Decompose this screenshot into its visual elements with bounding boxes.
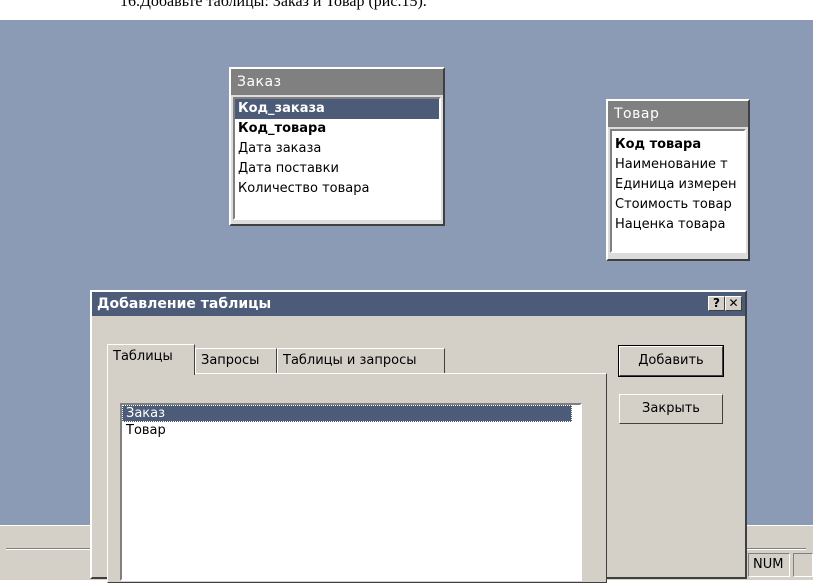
list-item[interactable]: Товар [122,422,572,439]
table-tovar[interactable]: Товар Код товара Наименование т Единица … [606,99,750,261]
field-item[interactable]: Наименование т [612,155,744,175]
list-item[interactable]: Заказ [122,405,572,422]
table-listbox[interactable]: Заказ Товар [120,403,582,581]
add-button[interactable]: Добавить [618,345,724,377]
field-item[interactable]: Дата заказа [235,139,439,159]
close-button[interactable]: Закрыть [619,394,723,424]
table-title[interactable]: Товар [608,101,748,127]
close-icon[interactable]: ✕ [725,296,742,311]
tab-tables-and-queries[interactable]: Таблицы и запросы [277,348,445,374]
dialog-title[interactable]: Добавление таблицы [92,292,745,316]
field-list[interactable]: Код_заказа Код_товара Дата заказа Дата п… [233,97,441,220]
help-button[interactable]: ? [708,296,725,311]
field-item[interactable]: Наценка товара [612,215,744,235]
tab-queries[interactable]: Запросы [195,348,277,374]
field-item[interactable]: Количество товара [235,179,439,199]
field-item[interactable]: Единица измерен [612,175,744,195]
table-title[interactable]: Заказ [231,69,443,95]
add-table-dialog: Добавление таблицы ? ✕ Таблицы Запросы Т… [90,290,747,583]
field-item[interactable]: Код товара [612,135,744,155]
num-lock-indicator: NUM [748,553,790,577]
field-item[interactable]: Стоимость товар [612,195,744,215]
field-item[interactable]: Дата поставки [235,159,439,179]
status-cell-empty [793,553,813,577]
field-list[interactable]: Код товара Наименование т Единица измере… [610,129,746,253]
document-strip: 16.Добавьте таблицы: Заказ и Товар (рис.… [0,0,813,20]
document-caption: 16.Добавьте таблицы: Заказ и Товар (рис.… [120,0,427,10]
field-item[interactable]: Код_заказа [235,99,439,119]
tab-tables[interactable]: Таблицы [107,344,195,375]
table-zakaz[interactable]: Заказ Код_заказа Код_товара Дата заказа … [229,67,445,226]
field-item[interactable]: Код_товара [235,119,439,139]
